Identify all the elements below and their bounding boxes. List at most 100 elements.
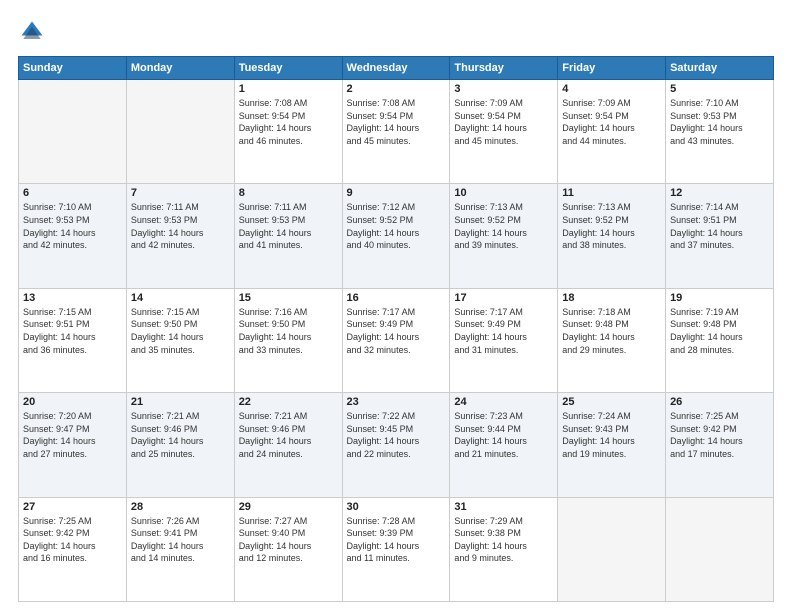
calendar-day-cell: 19 Sunrise: 7:19 AM Sunset: 9:48 PM Dayli… (666, 288, 774, 392)
calendar-header-row: SundayMondayTuesdayWednesdayThursdayFrid… (19, 57, 774, 80)
day-number: 2 (347, 83, 446, 95)
day-number: 18 (562, 292, 661, 304)
day-number: 29 (239, 501, 338, 513)
day-of-week-header: Saturday (666, 57, 774, 80)
day-info: Sunrise: 7:28 AM Sunset: 9:39 PM Dayligh… (347, 515, 446, 565)
day-number: 28 (131, 501, 230, 513)
day-info: Sunrise: 7:11 AM Sunset: 9:53 PM Dayligh… (131, 201, 230, 251)
calendar-day-cell (558, 497, 666, 601)
day-info: Sunrise: 7:10 AM Sunset: 9:53 PM Dayligh… (670, 97, 769, 147)
day-info: Sunrise: 7:25 AM Sunset: 9:42 PM Dayligh… (670, 410, 769, 460)
calendar-day-cell (19, 80, 127, 184)
day-of-week-header: Wednesday (342, 57, 450, 80)
day-number: 10 (454, 187, 553, 199)
calendar-day-cell: 31 Sunrise: 7:29 AM Sunset: 9:38 PM Dayli… (450, 497, 558, 601)
day-number: 6 (23, 187, 122, 199)
day-info: Sunrise: 7:11 AM Sunset: 9:53 PM Dayligh… (239, 201, 338, 251)
day-info: Sunrise: 7:26 AM Sunset: 9:41 PM Dayligh… (131, 515, 230, 565)
calendar-day-cell (666, 497, 774, 601)
day-info: Sunrise: 7:13 AM Sunset: 9:52 PM Dayligh… (454, 201, 553, 251)
calendar-day-cell: 21 Sunrise: 7:21 AM Sunset: 9:46 PM Dayli… (126, 393, 234, 497)
logo (18, 18, 50, 46)
day-number: 15 (239, 292, 338, 304)
day-info: Sunrise: 7:16 AM Sunset: 9:50 PM Dayligh… (239, 306, 338, 356)
day-number: 16 (347, 292, 446, 304)
day-info: Sunrise: 7:23 AM Sunset: 9:44 PM Dayligh… (454, 410, 553, 460)
day-number: 17 (454, 292, 553, 304)
calendar-day-cell: 18 Sunrise: 7:18 AM Sunset: 9:48 PM Dayli… (558, 288, 666, 392)
calendar-day-cell: 29 Sunrise: 7:27 AM Sunset: 9:40 PM Dayli… (234, 497, 342, 601)
calendar-day-cell: 12Sunrise: 7:14 AM Sunset: 9:51 PM Dayli… (666, 184, 774, 288)
day-number: 3 (454, 83, 553, 95)
day-info: Sunrise: 7:09 AM Sunset: 9:54 PM Dayligh… (562, 97, 661, 147)
day-of-week-header: Friday (558, 57, 666, 80)
day-info: Sunrise: 7:20 AM Sunset: 9:47 PM Dayligh… (23, 410, 122, 460)
day-number: 5 (670, 83, 769, 95)
day-info: Sunrise: 7:22 AM Sunset: 9:45 PM Dayligh… (347, 410, 446, 460)
day-info: Sunrise: 7:15 AM Sunset: 9:50 PM Dayligh… (131, 306, 230, 356)
day-number: 4 (562, 83, 661, 95)
calendar-day-cell: 7 Sunrise: 7:11 AM Sunset: 9:53 PM Daylig… (126, 184, 234, 288)
day-info: Sunrise: 7:29 AM Sunset: 9:38 PM Dayligh… (454, 515, 553, 565)
day-number: 30 (347, 501, 446, 513)
day-info: Sunrise: 7:21 AM Sunset: 9:46 PM Dayligh… (239, 410, 338, 460)
calendar-day-cell: 5 Sunrise: 7:10 AM Sunset: 9:53 PM Daylig… (666, 80, 774, 184)
calendar-day-cell: 25Sunrise: 7:24 AM Sunset: 9:43 PM Dayli… (558, 393, 666, 497)
calendar-day-cell: 4 Sunrise: 7:09 AM Sunset: 9:54 PM Daylig… (558, 80, 666, 184)
calendar-day-cell: 13 Sunrise: 7:15 AM Sunset: 9:51 PM Dayli… (19, 288, 127, 392)
day-info: Sunrise: 7:19 AM Sunset: 9:48 PM Dayligh… (670, 306, 769, 356)
calendar-day-cell: 24 Sunrise: 7:23 AM Sunset: 9:44 PM Dayli… (450, 393, 558, 497)
day-number: 27 (23, 501, 122, 513)
calendar-week-row: 1Sunrise: 7:08 AM Sunset: 9:54 PM Daylig… (19, 80, 774, 184)
day-number: 31 (454, 501, 553, 513)
calendar-day-cell: 22Sunrise: 7:21 AM Sunset: 9:46 PM Dayli… (234, 393, 342, 497)
calendar-day-cell: 15 Sunrise: 7:16 AM Sunset: 9:50 PM Dayli… (234, 288, 342, 392)
day-number: 21 (131, 396, 230, 408)
day-of-week-header: Monday (126, 57, 234, 80)
calendar-day-cell: 9Sunrise: 7:12 AM Sunset: 9:52 PM Daylig… (342, 184, 450, 288)
day-number: 19 (670, 292, 769, 304)
calendar-day-cell: 28 Sunrise: 7:26 AM Sunset: 9:41 PM Dayli… (126, 497, 234, 601)
day-number: 9 (347, 187, 446, 199)
calendar-day-cell: 16 Sunrise: 7:17 AM Sunset: 9:49 PM Dayli… (342, 288, 450, 392)
day-info: Sunrise: 7:17 AM Sunset: 9:49 PM Dayligh… (347, 306, 446, 356)
calendar-day-cell: 10 Sunrise: 7:13 AM Sunset: 9:52 PM Dayli… (450, 184, 558, 288)
day-info: Sunrise: 7:08 AM Sunset: 9:54 PM Dayligh… (239, 97, 338, 147)
calendar-day-cell: 23Sunrise: 7:22 AM Sunset: 9:45 PM Dayli… (342, 393, 450, 497)
day-of-week-header: Tuesday (234, 57, 342, 80)
day-number: 8 (239, 187, 338, 199)
day-number: 14 (131, 292, 230, 304)
calendar-day-cell: 17 Sunrise: 7:17 AM Sunset: 9:49 PM Dayli… (450, 288, 558, 392)
day-number: 13 (23, 292, 122, 304)
calendar-day-cell: 8 Sunrise: 7:11 AM Sunset: 9:53 PM Daylig… (234, 184, 342, 288)
calendar-day-cell: 11 Sunrise: 7:13 AM Sunset: 9:52 PM Dayli… (558, 184, 666, 288)
calendar-day-cell: 20 Sunrise: 7:20 AM Sunset: 9:47 PM Dayli… (19, 393, 127, 497)
calendar-table: SundayMondayTuesdayWednesdayThursdayFrid… (18, 56, 774, 602)
day-info: Sunrise: 7:17 AM Sunset: 9:49 PM Dayligh… (454, 306, 553, 356)
calendar-day-cell: 30 Sunrise: 7:28 AM Sunset: 9:39 PM Dayli… (342, 497, 450, 601)
day-number: 20 (23, 396, 122, 408)
day-info: Sunrise: 7:13 AM Sunset: 9:52 PM Dayligh… (562, 201, 661, 251)
day-number: 11 (562, 187, 661, 199)
day-number: 24 (454, 396, 553, 408)
day-info: Sunrise: 7:27 AM Sunset: 9:40 PM Dayligh… (239, 515, 338, 565)
calendar-day-cell: 1Sunrise: 7:08 AM Sunset: 9:54 PM Daylig… (234, 80, 342, 184)
day-of-week-header: Thursday (450, 57, 558, 80)
calendar-day-cell: 14 Sunrise: 7:15 AM Sunset: 9:50 PM Dayli… (126, 288, 234, 392)
calendar-day-cell: 2Sunrise: 7:08 AM Sunset: 9:54 PM Daylig… (342, 80, 450, 184)
day-info: Sunrise: 7:18 AM Sunset: 9:48 PM Dayligh… (562, 306, 661, 356)
day-info: Sunrise: 7:15 AM Sunset: 9:51 PM Dayligh… (23, 306, 122, 356)
day-info: Sunrise: 7:25 AM Sunset: 9:42 PM Dayligh… (23, 515, 122, 565)
day-info: Sunrise: 7:21 AM Sunset: 9:46 PM Dayligh… (131, 410, 230, 460)
day-number: 26 (670, 396, 769, 408)
calendar-day-cell: 3Sunrise: 7:09 AM Sunset: 9:54 PM Daylig… (450, 80, 558, 184)
calendar-week-row: 6Sunrise: 7:10 AM Sunset: 9:53 PM Daylig… (19, 184, 774, 288)
header (18, 18, 774, 46)
logo-icon (18, 18, 46, 46)
calendar-day-cell: 6Sunrise: 7:10 AM Sunset: 9:53 PM Daylig… (19, 184, 127, 288)
page: SundayMondayTuesdayWednesdayThursdayFrid… (0, 0, 792, 612)
day-number: 25 (562, 396, 661, 408)
day-number: 7 (131, 187, 230, 199)
calendar-day-cell: 27 Sunrise: 7:25 AM Sunset: 9:42 PM Dayli… (19, 497, 127, 601)
day-number: 12 (670, 187, 769, 199)
